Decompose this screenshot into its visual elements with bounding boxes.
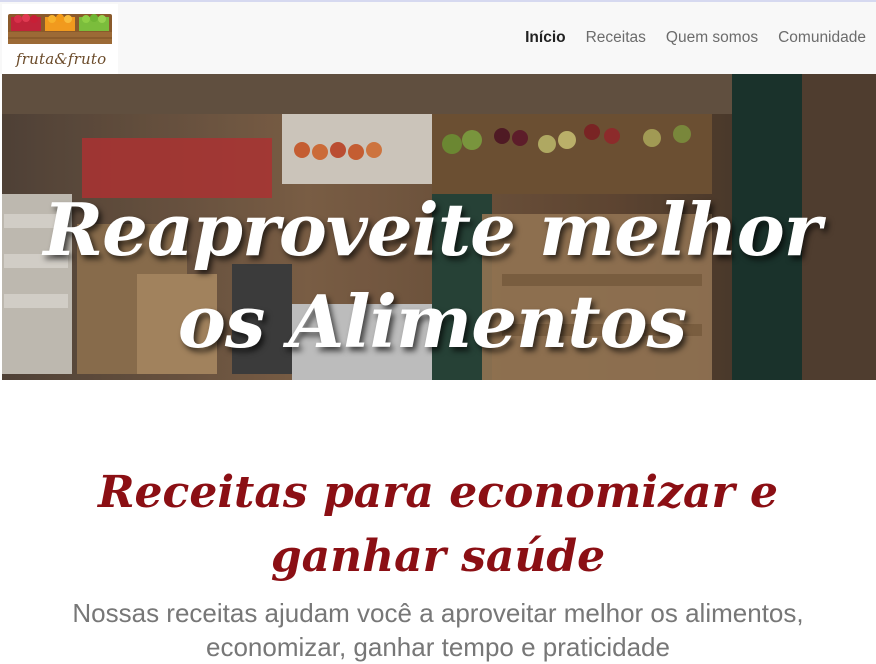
brand-name: fruta&fruto bbox=[16, 50, 107, 68]
section-title: Receitas para economizar e ganhar saúde bbox=[97, 466, 778, 582]
fruit-crate-icon bbox=[8, 14, 112, 44]
nav-item-comunidade[interactable]: Comunidade bbox=[778, 29, 866, 47]
brand-logo[interactable]: fruta&fruto bbox=[2, 4, 118, 76]
navbar: fruta&fruto Início Receitas Quem somos C… bbox=[0, 0, 876, 76]
hero-title: Reaproveite melhor os Alimentos bbox=[43, 187, 821, 365]
hero-banner: Reaproveite melhor os Alimentos bbox=[2, 74, 876, 380]
nav-item-inicio[interactable]: Início bbox=[525, 29, 565, 47]
main-nav: Início Receitas Quem somos Comunidade bbox=[525, 29, 866, 47]
nav-item-quem-somos[interactable]: Quem somos bbox=[666, 29, 758, 47]
section-subtitle: Nossas receitas ajudam você a aproveitar… bbox=[72, 598, 804, 662]
nav-item-receitas[interactable]: Receitas bbox=[586, 29, 646, 47]
